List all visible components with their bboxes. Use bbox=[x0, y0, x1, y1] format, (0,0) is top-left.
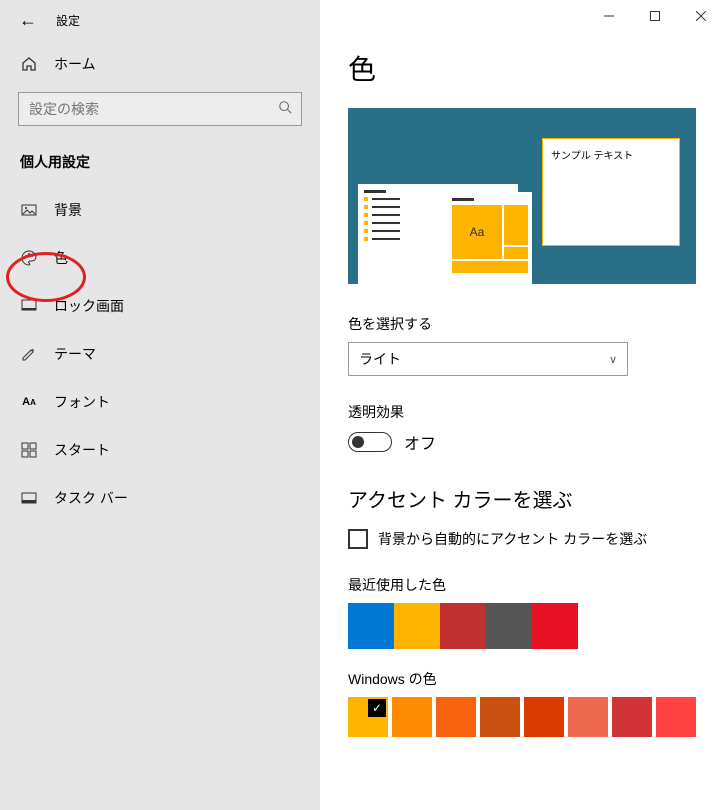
page-title: 色 bbox=[348, 48, 696, 88]
sidebar-item-label: 色 bbox=[54, 248, 68, 268]
theme-icon bbox=[20, 345, 38, 363]
back-button[interactable]: ← bbox=[8, 0, 48, 40]
home-link[interactable]: ホーム bbox=[0, 40, 320, 88]
close-button[interactable] bbox=[678, 0, 724, 32]
toggle-value: オフ bbox=[404, 430, 436, 454]
auto-accent-label: 背景から自動的にアクセント カラーを選ぶ bbox=[378, 529, 647, 549]
transparency-label: 透明効果 bbox=[348, 402, 696, 422]
sidebar-item-label: ロック画面 bbox=[54, 296, 124, 316]
window-controls bbox=[320, 0, 724, 40]
choose-color-label: 色を選択する bbox=[348, 314, 696, 334]
search-box[interactable] bbox=[18, 92, 302, 126]
sidebar-item-label: 背景 bbox=[54, 200, 82, 220]
windows-colors: ✓ bbox=[348, 697, 696, 737]
maximize-button[interactable] bbox=[632, 0, 678, 32]
titlebar: ← 設定 bbox=[0, 0, 320, 40]
sidebar-item-taskbar[interactable]: タスク バー bbox=[0, 474, 320, 522]
sidebar-item-label: タスク バー bbox=[54, 488, 128, 508]
color-swatch[interactable] bbox=[568, 697, 608, 737]
color-swatch[interactable] bbox=[524, 697, 564, 737]
sidebar-item-lockscreen[interactable]: ロック画面 bbox=[0, 282, 320, 330]
section-header: 個人用設定 bbox=[0, 144, 320, 186]
recent-colors bbox=[348, 603, 696, 649]
transparency-toggle[interactable] bbox=[348, 432, 392, 452]
auto-accent-row[interactable]: 背景から自動的にアクセント カラーを選ぶ bbox=[348, 529, 696, 549]
minimize-button[interactable] bbox=[586, 0, 632, 32]
start-icon bbox=[20, 441, 38, 459]
sidebar: ← 設定 ホーム 個人用設定 背景 色 ロック画面 テーマ AA フォント スタ… bbox=[0, 0, 320, 810]
color-swatch[interactable]: ✓ bbox=[348, 697, 388, 737]
palette-icon bbox=[20, 249, 38, 267]
sidebar-item-background[interactable]: 背景 bbox=[0, 186, 320, 234]
sidebar-item-label: スタート bbox=[54, 440, 110, 460]
window-title: 設定 bbox=[56, 12, 80, 29]
sidebar-item-fonts[interactable]: AA フォント bbox=[0, 378, 320, 426]
color-swatch[interactable] bbox=[532, 603, 578, 649]
home-label: ホーム bbox=[54, 54, 96, 74]
recent-colors-label: 最近使用した色 bbox=[348, 575, 696, 595]
lock-screen-icon bbox=[20, 297, 38, 315]
color-mode-dropdown[interactable]: ライト ∨ bbox=[348, 342, 628, 376]
color-swatch[interactable] bbox=[612, 697, 652, 737]
font-icon: AA bbox=[20, 393, 38, 411]
color-swatch[interactable] bbox=[436, 697, 476, 737]
sidebar-item-label: テーマ bbox=[54, 344, 96, 364]
color-swatch[interactable] bbox=[394, 603, 440, 649]
windows-colors-label: Windows の色 bbox=[348, 669, 696, 689]
sample-text-box: サンプル テキスト bbox=[542, 138, 680, 246]
dropdown-value: ライト bbox=[359, 349, 401, 369]
chevron-down-icon: ∨ bbox=[609, 353, 617, 366]
sidebar-item-colors[interactable]: 色 bbox=[0, 234, 320, 282]
home-icon bbox=[20, 55, 38, 73]
image-icon bbox=[20, 201, 38, 219]
taskbar-icon bbox=[20, 489, 38, 507]
search-input[interactable] bbox=[18, 92, 302, 126]
search-icon bbox=[278, 100, 292, 117]
main-panel: 色 Aa サンプル テキスト bbox=[320, 0, 724, 810]
color-swatch[interactable] bbox=[348, 603, 394, 649]
sidebar-item-themes[interactable]: テーマ bbox=[0, 330, 320, 378]
check-icon: ✓ bbox=[368, 699, 386, 717]
arrow-left-icon: ← bbox=[19, 10, 37, 31]
color-swatch[interactable] bbox=[656, 697, 696, 737]
sidebar-item-start[interactable]: スタート bbox=[0, 426, 320, 474]
accent-heading: アクセント カラーを選ぶ bbox=[348, 484, 696, 513]
color-swatch[interactable] bbox=[480, 697, 520, 737]
color-preview: Aa サンプル テキスト bbox=[348, 108, 696, 284]
color-swatch[interactable] bbox=[392, 697, 432, 737]
sidebar-item-label: フォント bbox=[54, 392, 110, 412]
color-swatch[interactable] bbox=[440, 603, 486, 649]
auto-accent-checkbox[interactable] bbox=[348, 529, 368, 549]
color-swatch[interactable] bbox=[486, 603, 532, 649]
